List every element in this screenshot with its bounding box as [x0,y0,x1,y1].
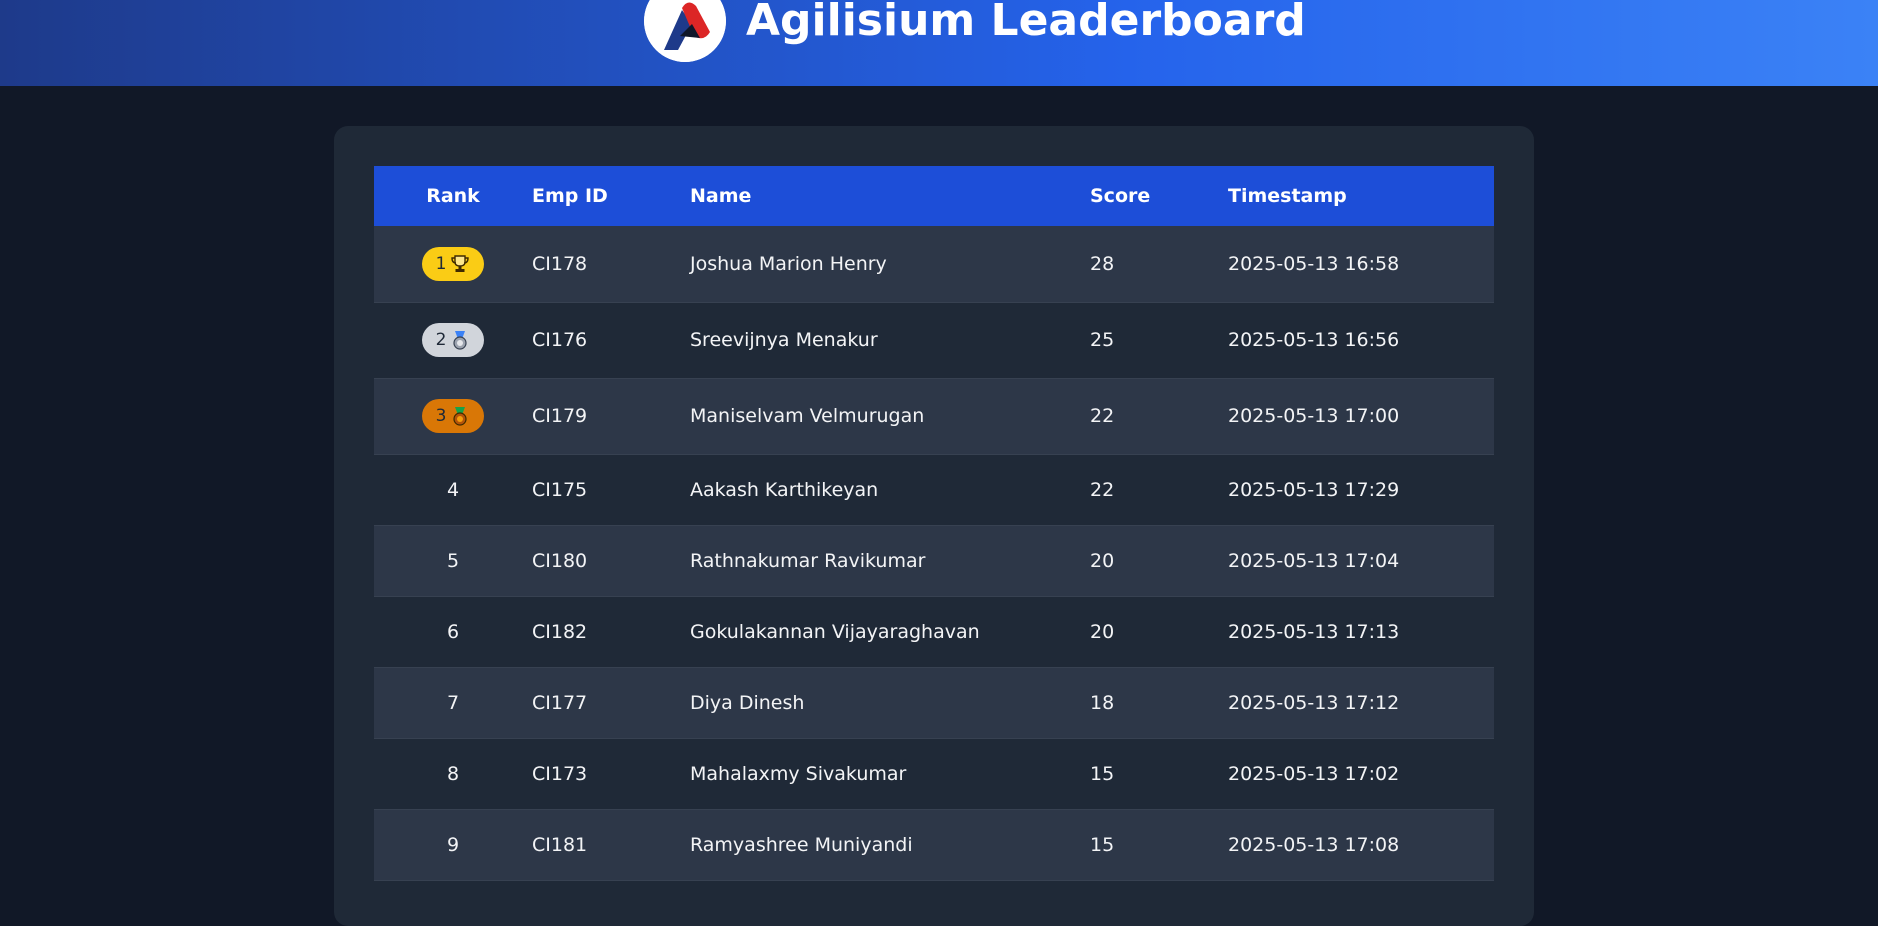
name-cell: Joshua Marion Henry [690,226,1090,303]
rank-number: 3 [435,406,447,426]
silver-medal-icon [453,331,468,350]
score-cell: 18 [1090,667,1228,739]
score-cell: 22 [1090,378,1228,455]
column-header-timestamp: Timestamp [1228,185,1347,207]
leaderboard-table: Rank Emp ID Name Score Timestamp 1 CI178… [374,166,1494,881]
rank-number: 2 [435,330,447,350]
timestamp-cell: 2025-05-13 17:29 [1228,454,1494,526]
name-cell: Maniselvam Velmurugan [690,378,1090,455]
name-cell: Mahalaxmy Sivakumar [690,738,1090,810]
column-header-name: Name [690,185,752,207]
table-header-row: Rank Emp ID Name Score Timestamp [374,166,1494,226]
column-header-score: Score [1090,185,1151,207]
rank-cell: 4 [374,454,532,526]
bronze-medal-icon [453,407,468,426]
column-header-emp-id: Emp ID [532,185,608,207]
page-title: Agilisium Leaderboard [746,0,1306,46]
emp-id-cell: CI173 [532,738,690,810]
rank-cell: 9 [374,809,532,881]
column-header-rank: Rank [426,185,480,207]
table-row: 4 CI175 Aakash Karthikeyan 22 2025-05-13… [374,454,1494,526]
rank-cell: 7 [374,667,532,739]
score-cell: 20 [1090,525,1228,597]
score-cell: 25 [1090,302,1228,379]
emp-id-cell: CI182 [532,596,690,668]
rank-cell: 2 [374,302,532,379]
timestamp-cell: 2025-05-13 17:08 [1228,809,1494,881]
score-cell: 22 [1090,454,1228,526]
emp-id-cell: CI177 [532,667,690,739]
table-row: 1 CI178 Joshua Marion Henry 28 2025-05-1… [374,226,1494,303]
emp-id-cell: CI180 [532,525,690,597]
table-row: 8 CI173 Mahalaxmy Sivakumar 15 2025-05-1… [374,738,1494,810]
table-row: 6 CI182 Gokulakannan Vijayaraghavan 20 2… [374,596,1494,668]
header-bar: Agilisium Leaderboard [0,0,1878,86]
score-cell: 15 [1090,738,1228,810]
rank-cell: 1 [374,226,532,303]
name-cell: Aakash Karthikeyan [690,454,1090,526]
emp-id-cell: CI179 [532,378,690,455]
agilisium-logo-icon [644,0,726,62]
rank-cell: 6 [374,596,532,668]
score-cell: 20 [1090,596,1228,668]
table-row: 3 CI179 Maniselvam Velmurugan 22 2025-05… [374,378,1494,455]
trophy-icon [451,255,470,272]
rank-number: 1 [435,253,447,274]
timestamp-cell: 2025-05-13 17:13 [1228,596,1494,668]
table-row: 5 CI180 Rathnakumar Ravikumar 20 2025-05… [374,525,1494,597]
name-cell: Diya Dinesh [690,667,1090,739]
rank-cell: 5 [374,525,532,597]
timestamp-cell: 2025-05-13 17:04 [1228,525,1494,597]
table-row: 2 CI176 Sreevijnya Menakur 25 2025-05-13… [374,302,1494,379]
table-row: 9 CI181 Ramyashree Muniyandi 15 2025-05-… [374,809,1494,881]
timestamp-cell: 2025-05-13 16:56 [1228,302,1494,379]
emp-id-cell: CI176 [532,302,690,379]
timestamp-cell: 2025-05-13 16:58 [1228,226,1494,303]
rank-cell: 8 [374,738,532,810]
rank-badge: 2 [421,323,485,357]
timestamp-cell: 2025-05-13 17:00 [1228,378,1494,455]
table-row: 7 CI177 Diya Dinesh 18 2025-05-13 17:12 [374,667,1494,739]
leaderboard-panel: Rank Emp ID Name Score Timestamp 1 CI178… [334,126,1534,926]
name-cell: Ramyashree Muniyandi [690,809,1090,881]
emp-id-cell: CI181 [532,809,690,881]
name-cell: Rathnakumar Ravikumar [690,525,1090,597]
emp-id-cell: CI175 [532,454,690,526]
rank-badge: 1 [421,246,485,281]
name-cell: Gokulakannan Vijayaraghavan [690,596,1090,668]
timestamp-cell: 2025-05-13 17:02 [1228,738,1494,810]
score-cell: 15 [1090,809,1228,881]
name-cell: Sreevijnya Menakur [690,302,1090,379]
brand: Agilisium Leaderboard [644,0,1306,62]
emp-id-cell: CI178 [532,226,690,303]
timestamp-cell: 2025-05-13 17:12 [1228,667,1494,739]
rank-cell: 3 [374,378,532,455]
rank-badge: 3 [421,399,485,433]
score-cell: 28 [1090,226,1228,303]
